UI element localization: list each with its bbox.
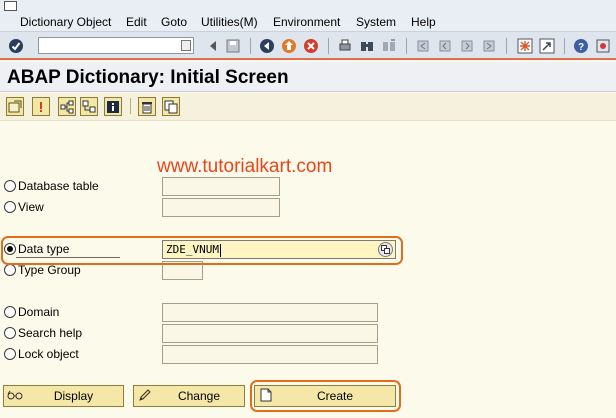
where-used-list-icon[interactable]: [58, 97, 76, 116]
radio-button[interactable]: [4, 348, 16, 360]
last-page-icon[interactable]: [480, 37, 498, 55]
search-help-field[interactable]: [162, 324, 378, 343]
command-field[interactable]: [38, 37, 194, 54]
toolbar-separator: [328, 38, 329, 54]
radio-label: Search help: [18, 326, 83, 340]
toolbar-separator: [506, 38, 507, 54]
standard-toolbar: ?: [0, 32, 616, 60]
menu-help[interactable]: Help: [411, 14, 436, 30]
find-icon[interactable]: [358, 37, 376, 55]
exit-icon[interactable]: [280, 37, 298, 55]
menu-system[interactable]: System: [356, 14, 396, 30]
menu-environment[interactable]: Environment: [273, 14, 340, 30]
save-icon[interactable]: [224, 37, 242, 55]
object-list-icon[interactable]: [80, 97, 98, 116]
radio-view[interactable]: View: [4, 200, 44, 214]
menu-goto[interactable]: Goto: [161, 14, 187, 30]
change-button[interactable]: Change: [133, 385, 245, 407]
window-menu-icon[interactable]: [4, 1, 17, 11]
domain-field[interactable]: [162, 303, 378, 322]
menu-bar: Dictionary Object Edit Goto Utilities(M)…: [0, 12, 616, 32]
find-next-icon[interactable]: [380, 37, 398, 55]
delete-icon[interactable]: [138, 97, 156, 116]
pencil-icon: [136, 388, 154, 405]
create-session-icon[interactable]: [516, 37, 534, 55]
toolbar-separator: [564, 38, 565, 54]
svg-text:?: ?: [578, 42, 584, 53]
change-button-label: Change: [177, 389, 221, 403]
display-button-label: Display: [53, 389, 94, 403]
radio-button[interactable]: [4, 264, 16, 276]
menu-dictionary-object[interactable]: Dictionary Object: [20, 14, 111, 30]
radio-button[interactable]: [4, 201, 16, 213]
radio-button[interactable]: [4, 180, 16, 192]
check-object-icon[interactable]: [32, 97, 50, 116]
glasses-icon: [6, 389, 24, 404]
first-page-icon[interactable]: [414, 37, 432, 55]
copy-icon[interactable]: [162, 97, 180, 116]
title-bar: ABAP Dictionary: Initial Screen: [0, 62, 616, 92]
radio-domain[interactable]: Domain: [4, 305, 59, 319]
previous-page-icon[interactable]: [436, 37, 454, 55]
display-button[interactable]: Display: [3, 385, 124, 407]
menu-edit[interactable]: Edit: [126, 14, 147, 30]
radio-label: Type Group: [18, 263, 81, 277]
customize-layout-icon[interactable]: [594, 37, 612, 55]
toolbar-separator: [406, 38, 407, 54]
information-icon[interactable]: [104, 97, 122, 116]
lock-object-field[interactable]: [162, 345, 378, 364]
watermark-text: www.tutorialkart.com: [157, 156, 333, 177]
cancel-icon[interactable]: [302, 37, 320, 55]
view-field[interactable]: [162, 198, 280, 217]
data-type-highlight: [1, 236, 403, 265]
create-button-highlight: [250, 380, 401, 412]
radio-database-table[interactable]: Database table: [4, 179, 99, 193]
radio-label: View: [18, 200, 44, 214]
page-title: ABAP Dictionary: Initial Screen: [7, 67, 289, 88]
application-toolbar: [0, 93, 616, 121]
radio-label: Database table: [18, 179, 99, 193]
radio-type-group[interactable]: Type Group: [4, 263, 81, 277]
radio-lock-object[interactable]: Lock object: [4, 347, 79, 361]
help-icon[interactable]: ?: [572, 37, 590, 55]
toolbar-separator: [130, 98, 131, 114]
database-table-field[interactable]: [162, 177, 280, 196]
menu-utilities[interactable]: Utilities(M): [201, 14, 258, 30]
radio-label: Lock object: [18, 347, 79, 361]
radio-button[interactable]: [4, 327, 16, 339]
print-icon[interactable]: [336, 37, 354, 55]
command-history-icon[interactable]: [181, 40, 191, 51]
check-icon[interactable]: [7, 37, 25, 55]
other-object-icon[interactable]: [6, 97, 24, 116]
back-icon[interactable]: [258, 37, 276, 55]
radio-label: Domain: [18, 305, 60, 319]
radio-button[interactable]: [4, 306, 16, 318]
window-title-strip: [0, 0, 616, 12]
shortcut-icon[interactable]: [538, 37, 556, 55]
expand-left-icon[interactable]: [204, 37, 222, 55]
toolbar-separator: [250, 38, 251, 54]
radio-search-help[interactable]: Search help: [4, 326, 82, 340]
next-page-icon[interactable]: [458, 37, 476, 55]
